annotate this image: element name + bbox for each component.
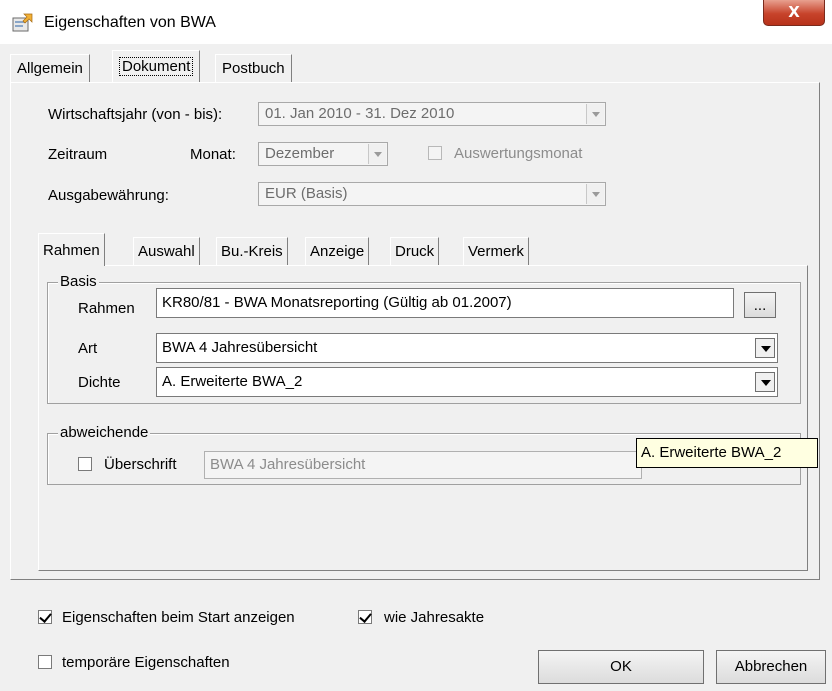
chevron-down-icon[interactable] [586, 184, 604, 204]
fiscal-year-value: 01. Jan 2010 - 31. Dez 2010 [265, 105, 455, 122]
dichte-label: Dichte [78, 374, 121, 391]
tab-druck-label: Druck [395, 243, 435, 260]
currency-value: EUR (Basis) [265, 185, 348, 202]
tab-rahmen-label: Rahmen [43, 242, 100, 259]
tab-anzeige-label: Anzeige [310, 243, 365, 260]
dichte-value: A. Erweiterte BWA_2 [162, 373, 303, 390]
properties-icon [12, 13, 33, 32]
close-icon[interactable]: X [788, 3, 800, 21]
cancel-label: Abbrechen [734, 658, 808, 675]
tab-rahmen[interactable]: Rahmen [38, 233, 105, 266]
art-value: BWA 4 Jahresübersicht [162, 339, 318, 356]
tab-auswahl[interactable]: Auswahl [133, 237, 200, 265]
close-button[interactable]: X [763, 0, 825, 26]
currency-label: Ausgabewährung: [48, 187, 169, 204]
tab-allgemein[interactable]: Allgemein [10, 54, 90, 82]
fiscal-year-label: Wirtschaftsjahr (von - bis): [48, 106, 223, 123]
evaluation-month-checkbox[interactable] [428, 146, 442, 160]
tab-anzeige[interactable]: Anzeige [305, 237, 370, 265]
abweichende-group-title: abweichende [58, 424, 151, 441]
art-label: Art [78, 340, 98, 357]
rahmen-label: Rahmen [78, 300, 135, 317]
chevron-down-icon[interactable] [586, 104, 604, 124]
window-title: Eigenschaften von BWA [44, 14, 216, 31]
chevron-down-icon[interactable] [368, 144, 386, 164]
browse-label: ... [753, 297, 767, 314]
ueberschrift-checkbox[interactable] [78, 457, 92, 471]
browse-button[interactable]: ... [744, 292, 776, 318]
tab-vermerk-label: Vermerk [468, 243, 524, 260]
chevron-down-icon[interactable] [755, 338, 775, 358]
tab-vermerk[interactable]: Vermerk [463, 237, 529, 265]
show-on-start-checkbox[interactable] [38, 610, 52, 624]
chevron-down-icon[interactable] [755, 372, 775, 392]
month-value: Dezember [265, 145, 335, 162]
month-label: Monat: [190, 146, 236, 163]
like-annual-checkbox[interactable] [358, 610, 372, 624]
tab-postbuch-label: Postbuch [222, 60, 285, 77]
art-select[interactable]: BWA 4 Jahresübersicht [156, 333, 778, 363]
tab-dokument-label: Dokument [119, 57, 194, 76]
tooltip: A. Erweiterte BWA_2 [636, 438, 818, 468]
rahmen-field[interactable]: KR80/81 - BWA Monatsreporting (Gültig ab… [156, 288, 734, 318]
dichte-select[interactable]: A. Erweiterte BWA_2 [156, 367, 778, 397]
ueberschrift-value: BWA 4 Jahresübersicht [210, 456, 366, 473]
tab-allgemein-label: Allgemein [17, 60, 83, 77]
tab-auswahl-label: Auswahl [138, 243, 195, 260]
ueberschrift-field[interactable]: BWA 4 Jahresübersicht [204, 451, 642, 479]
like-annual-label: wie Jahresakte [384, 609, 485, 626]
fiscal-year-select[interactable]: 01. Jan 2010 - 31. Dez 2010 [258, 102, 606, 126]
evaluation-month-label: Auswertungsmonat [454, 145, 583, 162]
currency-select[interactable]: EUR (Basis) [258, 182, 606, 206]
tab-dokument[interactable]: Dokument [112, 50, 201, 82]
ueberschrift-label: Überschrift [104, 456, 177, 473]
ok-label: OK [610, 658, 632, 675]
show-on-start-label: Eigenschaften beim Start anzeigen [62, 609, 295, 626]
tab-bu-kreis-label: Bu.-Kreis [221, 243, 283, 260]
month-select[interactable]: Dezember [258, 142, 388, 166]
basis-group-title: Basis [58, 273, 99, 290]
tab-druck[interactable]: Druck [390, 237, 440, 265]
temporary-checkbox[interactable] [38, 655, 52, 669]
temporary-label: temporäre Eigenschaften [62, 654, 230, 671]
tab-postbuch[interactable]: Postbuch [215, 54, 292, 82]
ok-button[interactable]: OK [538, 650, 704, 684]
rahmen-value: KR80/81 - BWA Monatsreporting (Gültig ab… [162, 294, 512, 311]
tab-bu-kreis[interactable]: Bu.-Kreis [216, 237, 288, 265]
period-label: Zeitraum [48, 146, 108, 163]
cancel-button[interactable]: Abbrechen [716, 650, 826, 684]
